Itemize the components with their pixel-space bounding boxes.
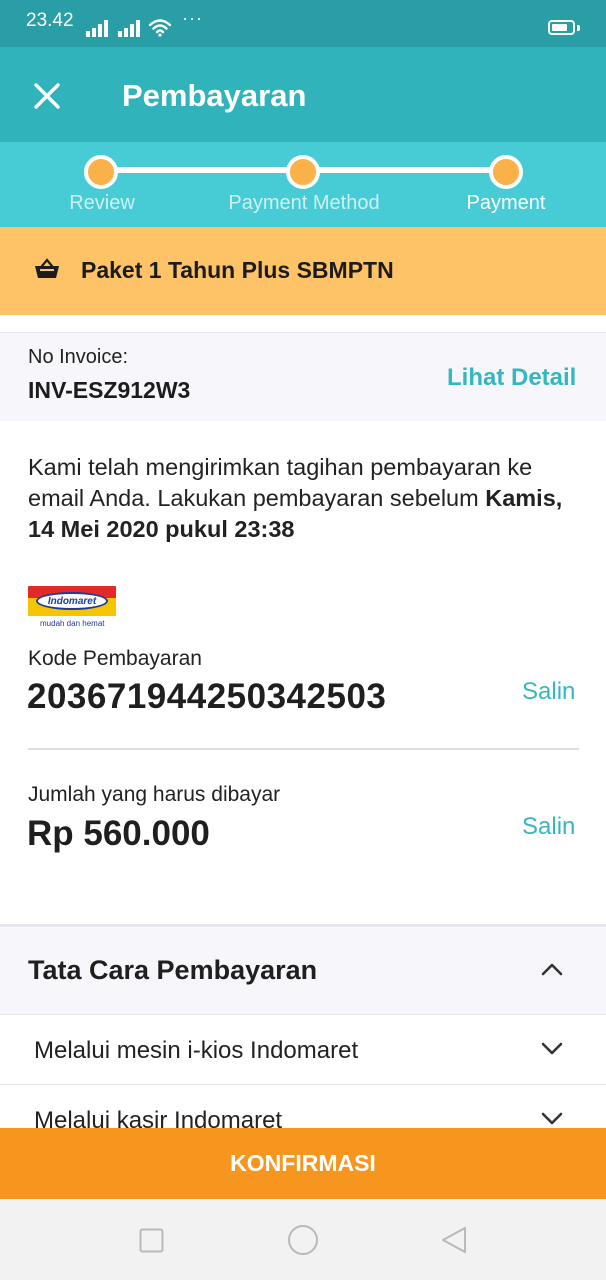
step-payment-method-dot xyxy=(286,155,320,189)
chevron-up-icon[interactable] xyxy=(541,962,563,976)
close-button[interactable] xyxy=(24,77,70,115)
home-button[interactable] xyxy=(287,1224,319,1256)
divider xyxy=(28,748,579,750)
confirm-button[interactable]: KONFIRMASI xyxy=(0,1128,606,1199)
status-more-dots: ··· xyxy=(182,8,203,28)
method-label-ikios: Melalui mesin i-kios Indomaret xyxy=(34,1037,359,1064)
page-title: Pembayaran xyxy=(122,78,307,113)
instructions-title: Tata Cara Pembayaran xyxy=(28,955,318,985)
amount-label: Jumlah yang harus dibayar xyxy=(28,783,281,806)
payment-code-value: 2036719442503425​03 xyxy=(27,677,387,716)
copy-amount-button[interactable]: Salin xyxy=(522,813,575,841)
invoice-label: No Invoice: xyxy=(28,346,129,368)
amount-value: Rp 560.000 xyxy=(27,814,210,853)
step-payment-dot xyxy=(489,155,523,189)
step-review-label: Review xyxy=(69,192,135,214)
close-icon xyxy=(34,83,60,109)
indomaret-logo: Indomaret mudah dan hemat xyxy=(28,586,116,630)
copy-code-button[interactable]: Salin xyxy=(522,678,575,706)
wifi-icon xyxy=(148,19,172,37)
package-name: Paket 1 Tahun Plus SBMPTN xyxy=(81,257,394,283)
chevron-down-icon[interactable] xyxy=(541,1042,563,1056)
view-detail-link[interactable]: Lihat Detail xyxy=(447,364,576,392)
signal-icon xyxy=(86,0,114,47)
payment-code-label: Kode Pembayaran xyxy=(28,647,202,670)
basket-icon xyxy=(35,258,59,278)
battery-icon xyxy=(548,20,575,35)
back-button[interactable] xyxy=(440,1225,468,1255)
payment-message: Kami telah mengirimkan tagihan pembayara… xyxy=(28,452,578,545)
step-review-dot xyxy=(84,155,118,189)
chevron-down-icon[interactable] xyxy=(541,1112,563,1126)
logo-tagline: mudah dan hemat xyxy=(40,619,105,628)
logo-wordmark: Indomaret xyxy=(36,592,108,610)
invoice-number: INV-ESZ912W3 xyxy=(28,377,191,403)
step-payment-label: Payment xyxy=(466,192,546,214)
signal-icon-2 xyxy=(118,0,146,47)
battery-tip xyxy=(577,25,580,31)
recent-apps-button[interactable] xyxy=(139,1228,164,1253)
step-payment-method-label: Payment Method xyxy=(228,192,380,214)
payment-message-text: Kami telah mengirimkan tagihan pembayara… xyxy=(28,454,533,511)
status-time: 23.42 xyxy=(26,10,74,31)
